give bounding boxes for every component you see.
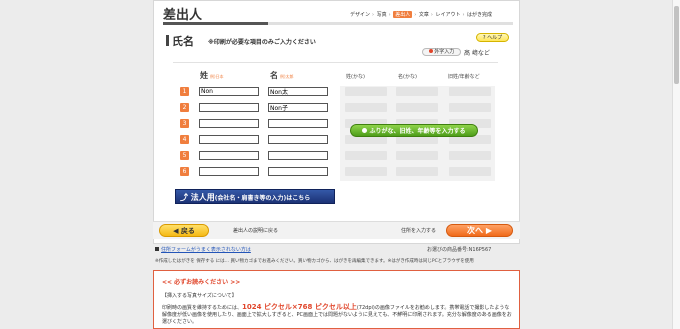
- gaiji-input-button[interactable]: 外字入力: [422, 48, 461, 56]
- product-number: お選びの商品番号:N16P567: [427, 247, 492, 253]
- step-photo[interactable]: 写真: [377, 11, 387, 18]
- title-age-input[interactable]: [449, 103, 491, 112]
- mei-input[interactable]: [268, 103, 328, 112]
- mei-input[interactable]: [268, 135, 328, 144]
- page: 差出人 デザイン › 写真 › 差出人 › 文章 › レイアウト › はがき完成 氏名 ※…: [0, 0, 680, 329]
- help-icon: ?: [482, 35, 486, 41]
- page-title: 差出人: [163, 8, 203, 23]
- section-note: ※印刷が必要な項目のみご入力ください: [208, 39, 316, 46]
- row-number: 3: [180, 119, 189, 128]
- title-age-input[interactable]: [449, 167, 491, 176]
- next-description: 住所を入力する: [401, 228, 437, 234]
- mei-kana-header: 名(かな): [398, 74, 417, 80]
- notice-box: << 必ずお読みください >> 【挿入する写真サイズについて】 印刷時の画質を維…: [153, 270, 520, 329]
- sei-kana-input[interactable]: [345, 151, 387, 160]
- help-button[interactable]: ? ヘルプ: [476, 33, 509, 42]
- title-age-input[interactable]: [449, 87, 491, 96]
- back-button[interactable]: ◀ 戻る: [159, 224, 209, 237]
- notice-subtitle: 【挿入する写真サイズについて】: [162, 293, 237, 299]
- back-arrow-icon: ◀: [173, 227, 181, 235]
- row-number: 5: [180, 151, 189, 160]
- sei-kana-input[interactable]: [345, 87, 387, 96]
- scrollbar-thumb[interactable]: [674, 6, 679, 84]
- step-complete[interactable]: はがき完成: [467, 11, 492, 18]
- row-number: 6: [180, 167, 189, 176]
- row-number: 2: [180, 103, 189, 112]
- kana-input-button[interactable]: ふりがな、旧姓、年齢等を入力する: [350, 124, 478, 137]
- arrow-icon: ⤴: [180, 193, 191, 202]
- sei-input[interactable]: [199, 167, 259, 176]
- notice-title: << 必ずお読みください >>: [162, 279, 241, 286]
- mei-header: 名例)太郎: [270, 71, 294, 80]
- sei-kana-input[interactable]: [345, 167, 387, 176]
- save-note: ※作成したはがきを 保存する には… 買い物カゴまでお進みください。買い物カゴか…: [155, 259, 474, 264]
- mei-input[interactable]: [268, 87, 328, 96]
- arrow-icon: [428, 49, 433, 53]
- row-number: 1: [180, 87, 189, 96]
- bullet-icon: [155, 247, 159, 251]
- step-design[interactable]: デザイン: [350, 11, 370, 18]
- row-number: 4: [180, 135, 189, 144]
- mei-input[interactable]: [268, 119, 328, 128]
- sei-input[interactable]: [199, 103, 259, 112]
- sei-header: 姓例)日本: [200, 71, 224, 80]
- title-age-input[interactable]: [449, 151, 491, 160]
- scrollbar[interactable]: [672, 0, 680, 329]
- sei-input[interactable]: [199, 151, 259, 160]
- gaiji-example: 髙 﨑など: [464, 50, 490, 57]
- mei-kana-input[interactable]: [396, 167, 438, 176]
- mei-input[interactable]: [268, 151, 328, 160]
- section-title: 氏名: [166, 33, 194, 49]
- back-description: 差出人の説明に戻る: [233, 228, 279, 234]
- step-sender[interactable]: 差出人: [393, 11, 413, 18]
- mei-kana-input[interactable]: [396, 151, 438, 160]
- sei-input[interactable]: [199, 135, 259, 144]
- step-layout[interactable]: レイアウト: [435, 11, 460, 18]
- mei-input[interactable]: [268, 167, 328, 176]
- next-button[interactable]: 次へ ▶: [446, 224, 513, 237]
- form-help-link[interactable]: 住所フォームがうまく表示されない方は: [155, 246, 251, 253]
- next-arrow-icon: ▶: [483, 226, 492, 235]
- mei-kana-input[interactable]: [396, 103, 438, 112]
- sei-input[interactable]: [199, 87, 259, 96]
- sei-kana-input[interactable]: [345, 103, 387, 112]
- notice-body: 印刷時の画質を維持するためには、1024 ピクセル×768 ピクセル以上(72d…: [162, 303, 512, 326]
- sei-kana-header: 姓(かな): [346, 74, 365, 80]
- corporate-button[interactable]: ⤴ 法人用(会社名・肩書き等の入力)はこちら: [175, 189, 335, 204]
- sei-input[interactable]: [199, 119, 259, 128]
- arrow-icon: [362, 128, 368, 133]
- step-nav: デザイン › 写真 › 差出人 › 文章 › レイアウト › はがき完成: [350, 11, 493, 18]
- progress-bar: [163, 22, 513, 25]
- step-text[interactable]: 文章: [419, 11, 429, 18]
- title-age-header: 旧姓/年齢など: [448, 74, 480, 80]
- mei-kana-input[interactable]: [396, 87, 438, 96]
- bottom-bar: ◀ 戻る 差出人の説明に戻る 住所を入力する 次へ ▶: [153, 221, 520, 239]
